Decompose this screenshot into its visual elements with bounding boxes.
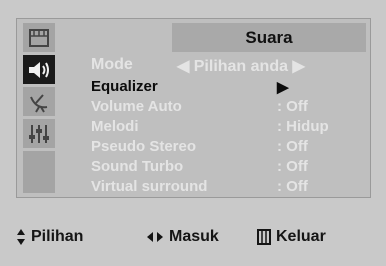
menu-item-label: Melodi [91, 118, 139, 135]
hint-enter-label: Masuk [169, 228, 219, 245]
sidebar-item-channel[interactable] [23, 87, 55, 116]
menu-item-label: Pseudo Stereo [91, 138, 197, 155]
sound-menu-panel: Suara Mode ◀ Pilihan anda ▶ Equalizer ▶ … [16, 18, 371, 198]
menu-item-value: : Hidup [277, 118, 329, 135]
menu-item-virtual-surround[interactable]: Virtual surround : Off [91, 178, 367, 198]
menu-item-melodi[interactable]: Melodi : Hidup [91, 118, 367, 138]
menu-item-value: : Off [277, 178, 308, 195]
mode-row[interactable]: Mode ◀ Pilihan anda ▶ [91, 56, 367, 76]
menu-item-label: Volume Auto [91, 98, 182, 115]
menu-item-label: Equalizer [91, 78, 158, 95]
left-right-arrow-icon [147, 232, 163, 242]
sidebar-empty-slot [23, 151, 55, 193]
menu-item-label: Virtual surround [91, 178, 208, 195]
mode-label: Mode [91, 56, 133, 73]
sidebar-item-sound[interactable] [23, 55, 55, 84]
menu-item-value: : Off [277, 158, 308, 175]
menu-icon [257, 229, 271, 245]
speaker-icon [29, 61, 49, 78]
hint-exit-label: Keluar [276, 228, 326, 245]
menu-item-label: Sound Turbo [91, 158, 184, 175]
screen-frame: Suara Mode ◀ Pilihan anda ▶ Equalizer ▶ … [0, 0, 386, 266]
sidebar-item-picture[interactable] [23, 23, 55, 52]
menu-item-value: : Off [277, 98, 308, 115]
up-down-arrow-icon [17, 229, 25, 245]
menu-item-pseudo-stereo[interactable]: Pseudo Stereo : Off [91, 138, 367, 158]
submenu-arrow-icon: ▶ [277, 79, 289, 96]
menu-title: Suara [172, 23, 366, 52]
hint-select-label: Pilihan [31, 228, 84, 245]
hint-exit: Keluar [257, 228, 326, 246]
hint-select: Pilihan [16, 228, 83, 246]
sliders-icon [29, 124, 49, 143]
menu-item-sound-turbo[interactable]: Sound Turbo : Off [91, 158, 367, 178]
mode-value: ◀ Pilihan anda ▶ [177, 58, 305, 75]
control-hints-bar: Pilihan Masuk Keluar [0, 228, 386, 258]
menu-item-equalizer[interactable]: Equalizer ▶ [91, 78, 367, 98]
menu-item-volume-auto[interactable]: Volume Auto : Off [91, 98, 367, 118]
sidebar-item-setup[interactable] [23, 119, 55, 148]
menu-item-value: : Off [277, 138, 308, 155]
satellite-dish-icon [30, 93, 48, 113]
picture-icon [29, 28, 49, 47]
menu-category-sidebar [23, 23, 55, 193]
hint-enter: Masuk [146, 228, 219, 246]
